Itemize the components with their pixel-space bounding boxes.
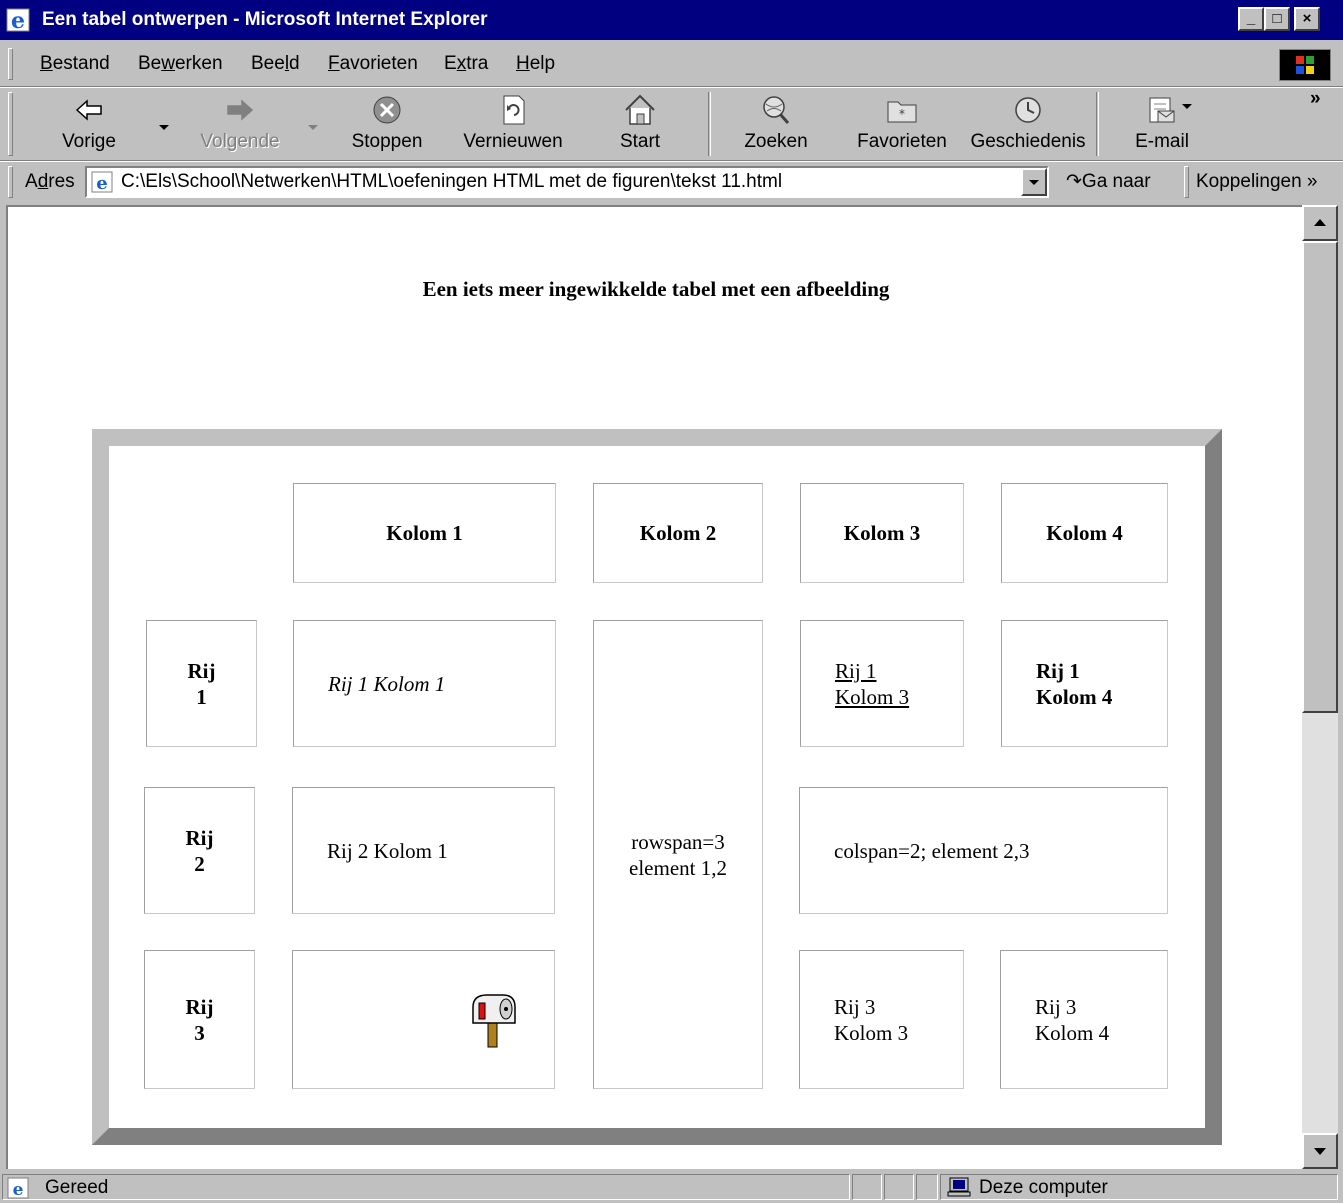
standard-toolbar: Vorige Volgende Stoppen Vernieuwen Start	[0, 87, 1343, 161]
status-text: Gereed	[45, 1177, 109, 1198]
svg-text:e: e	[11, 8, 25, 34]
cell-r1c4: Rij 1 Kolom 4	[1001, 620, 1168, 747]
toolbar-grip[interactable]	[8, 92, 13, 156]
go-button[interactable]: ↷Ga naar	[1066, 162, 1151, 202]
menu-extra[interactable]: Extra	[444, 42, 488, 86]
scroll-thumb[interactable]	[1302, 241, 1338, 713]
header-kolom-2: Kolom 2	[593, 483, 763, 583]
header-kolom-3: Kolom 3	[800, 483, 964, 583]
computer-icon	[947, 1177, 971, 1197]
history-button[interactable]: Geschiedenis	[966, 88, 1090, 160]
back-arrow-icon	[75, 99, 102, 121]
close-button[interactable]: ×	[1294, 7, 1320, 31]
stop-button[interactable]: Stoppen	[340, 88, 434, 160]
menu-bewerken[interactable]: Bewerken	[138, 42, 223, 86]
cell-r1c1: Rij 1 Kolom 1	[293, 620, 556, 747]
toolbar-separator	[708, 92, 711, 156]
security-zone-text: Deze computer	[979, 1177, 1108, 1198]
menu-bar: Bestand Bewerken Beeld Favorieten Extra …	[0, 42, 1343, 87]
vertical-scrollbar[interactable]	[1302, 205, 1338, 1169]
cell-r3c4: Rij 3 Kolom 4	[1000, 950, 1168, 1089]
address-label: Adres	[25, 171, 75, 192]
mail-dropdown-icon[interactable]	[1182, 104, 1192, 109]
cell-colspan: colspan=2; element 2,3	[799, 787, 1168, 914]
windows-logo-icon	[1279, 49, 1331, 81]
menu-grip[interactable]	[8, 48, 13, 80]
status-panel-security	[884, 1174, 914, 1200]
svg-text:e: e	[13, 1180, 24, 1199]
maximize-button[interactable]: □	[1264, 7, 1290, 31]
address-dropdown-button[interactable]	[1021, 168, 1047, 196]
cell-rowspan: rowspan=3 element 1,2	[593, 620, 763, 1089]
minimize-button[interactable]: _	[1238, 7, 1264, 31]
stop-icon	[373, 96, 401, 124]
favorites-folder-icon: *	[887, 101, 917, 123]
row-label-2: Rij 2	[144, 787, 255, 914]
scroll-down-button[interactable]	[1302, 1133, 1338, 1169]
svg-text:e: e	[96, 173, 107, 194]
cell-r3c3: Rij 3 Kolom 3	[799, 950, 964, 1089]
home-button[interactable]: Start	[598, 88, 682, 160]
go-arrow-icon: ↷	[1066, 171, 1082, 192]
refresh-button[interactable]: Vernieuwen	[454, 88, 572, 160]
arrow-down-icon	[1314, 1148, 1326, 1155]
scroll-up-button[interactable]	[1302, 205, 1338, 241]
window-title: Een tabel ontwerpen - Microsoft Internet…	[42, 9, 488, 30]
cell-r3c1-image	[292, 950, 555, 1089]
menu-help[interactable]: Help	[516, 42, 555, 86]
status-panel-main: e Gereed	[2, 1174, 850, 1200]
links-toolbar[interactable]: Koppelingen »	[1196, 162, 1318, 202]
status-bar: e Gereed Deze computer	[0, 1172, 1343, 1201]
history-clock-icon	[1015, 97, 1041, 123]
cell-r1c3: Rij 1 Kolom 3	[800, 620, 964, 747]
back-dropdown-icon[interactable]	[159, 125, 169, 130]
address-bar: Adres e C:\Els\School\Netwerken\HTML\oef…	[0, 161, 1343, 204]
toolbar-overflow-chevron-icon[interactable]: »	[1310, 88, 1321, 110]
ie-logo-icon: e	[6, 8, 30, 34]
page-heading: Een iets meer ingewikkelde tabel met een…	[422, 277, 890, 301]
forward-dropdown-icon	[308, 125, 318, 130]
address-grip[interactable]	[8, 166, 13, 198]
header-kolom-1: Kolom 1	[293, 483, 556, 583]
home-icon	[625, 94, 655, 125]
cell-r2c1: Rij 2 Kolom 1	[292, 787, 555, 914]
chevron-down-icon	[1029, 180, 1039, 185]
menu-bestand[interactable]: Bestand	[40, 42, 110, 86]
search-globe-icon	[763, 96, 790, 124]
address-url: C:\Els\School\Netwerken\HTML\oefeningen …	[121, 171, 783, 192]
mail-button[interactable]: E-mail	[1122, 88, 1202, 160]
mailbox-icon	[472, 994, 516, 1048]
status-panel-extra	[916, 1174, 938, 1200]
back-button[interactable]: Vorige	[44, 88, 134, 160]
search-button[interactable]: Zoeken	[728, 88, 824, 160]
page-status-icon: e	[7, 1177, 29, 1199]
arrow-up-icon	[1314, 219, 1326, 226]
refresh-icon	[503, 95, 525, 125]
forward-button[interactable]: Volgende	[192, 88, 288, 160]
mail-icon	[1149, 97, 1175, 123]
svg-text:*: *	[899, 107, 905, 121]
page-ie-icon: e	[91, 171, 113, 194]
row-label-3: Rij 3	[144, 950, 255, 1089]
menu-beeld[interactable]: Beeld	[251, 42, 300, 86]
toolbar-separator	[1096, 92, 1099, 156]
forward-arrow-icon	[227, 99, 254, 121]
favorites-button[interactable]: * Favorieten	[850, 88, 954, 160]
address-input[interactable]: e C:\Els\School\Netwerken\HTML\oefeninge…	[85, 166, 1049, 198]
title-bar: e Een tabel ontwerpen - Microsoft Intern…	[0, 0, 1343, 40]
row-label-1: Rij 1	[146, 620, 257, 747]
menu-favorieten[interactable]: Favorieten	[328, 42, 418, 86]
links-grip[interactable]	[1184, 166, 1189, 198]
page-viewport: Een iets meer ingewikkelde tabel met een…	[6, 205, 1304, 1169]
status-panel-zone: Deze computer	[940, 1174, 1338, 1200]
header-kolom-4: Kolom 4	[1001, 483, 1168, 583]
status-panel-progress	[852, 1174, 882, 1200]
